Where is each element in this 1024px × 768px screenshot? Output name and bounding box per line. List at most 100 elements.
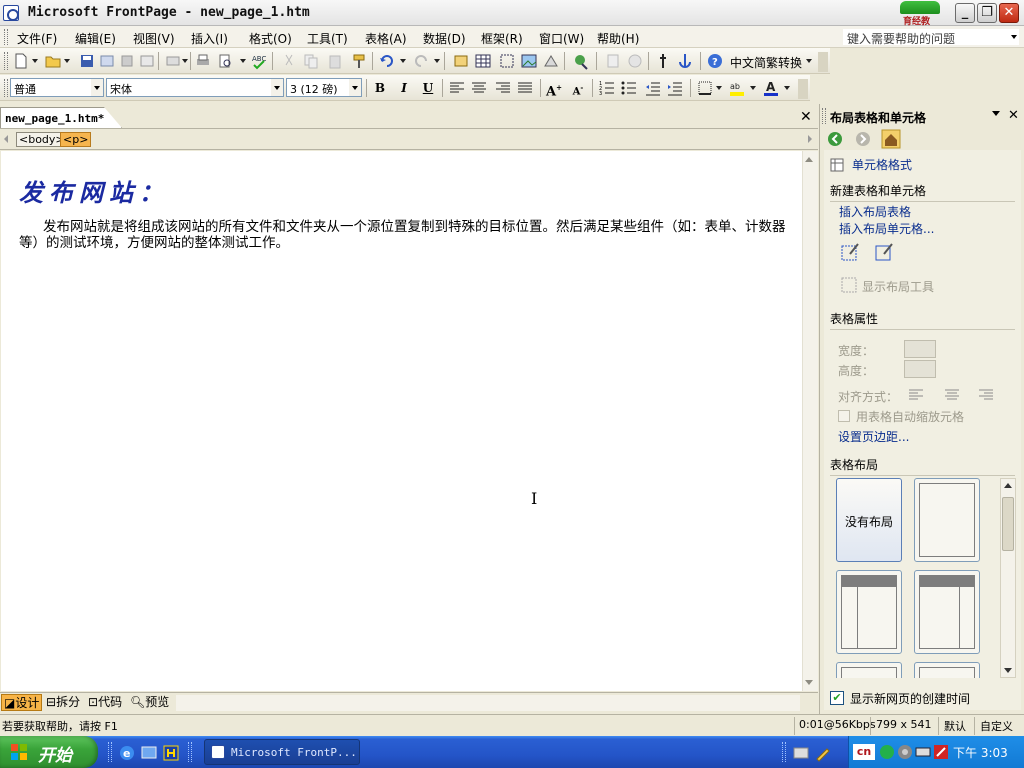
pen-icon[interactable]	[814, 744, 832, 762]
gallery-scroll-thumb[interactable]	[1002, 497, 1014, 551]
task-pane-menu-icon[interactable]	[992, 111, 1000, 116]
menu-data[interactable]: 数据(D)	[421, 29, 468, 48]
close-window-button[interactable]: ✕	[999, 3, 1019, 23]
layout-header-left[interactable]	[836, 662, 902, 678]
help-search-input[interactable]: 键入需要帮助的问题	[842, 28, 1020, 46]
highlight-icon[interactable]: ab	[728, 79, 746, 97]
document-tab[interactable]: new_page_1.htm*	[0, 107, 122, 128]
align-center-table-icon[interactable]	[944, 388, 960, 402]
system-clock[interactable]: 下午 3:03	[953, 744, 1008, 761]
menu-file[interactable]: 文件(F)	[15, 29, 59, 48]
insert-layer-icon[interactable]	[498, 52, 516, 70]
tag-scroll-right-icon[interactable]	[808, 135, 812, 143]
borders-dropdown-icon[interactable]	[716, 86, 722, 90]
save-icon[interactable]	[78, 52, 96, 70]
show-all-icon[interactable]	[654, 52, 672, 70]
insert-layout-cell-link[interactable]: 插入布局单元格...	[839, 220, 934, 237]
conversion-dropdown-icon[interactable]	[806, 59, 812, 63]
bullets-icon[interactable]	[620, 79, 638, 97]
status-dimensions[interactable]: 799 x 541	[876, 718, 932, 731]
set-margins-link[interactable]: 设置页边距...	[838, 428, 909, 445]
menu-tools[interactable]: 工具(T)	[305, 29, 350, 48]
insert-table-icon[interactable]	[474, 52, 492, 70]
show-desktop-icon[interactable]	[140, 744, 158, 762]
scroll-up-icon[interactable]	[805, 157, 813, 162]
show-layout-tools[interactable]: 显示布局工具	[862, 278, 934, 295]
taskbar-grip[interactable]	[188, 742, 192, 762]
tag-scroll-left-icon[interactable]	[4, 135, 8, 143]
network-icon[interactable]	[879, 744, 895, 760]
page-editor[interactable]: 发布网站： 发布网站就是将组成该网站的所有文件和文件夹从一个源位置复制到特殊的目…	[1, 151, 802, 691]
menu-frames[interactable]: 框架(R)	[479, 29, 525, 48]
frontpage-app-icon[interactable]	[3, 5, 19, 21]
font-color-dropdown-icon[interactable]	[784, 86, 790, 90]
drawing-icon[interactable]	[542, 52, 560, 70]
align-right-table-icon[interactable]	[978, 388, 994, 402]
task-pane-grip[interactable]	[822, 108, 826, 124]
align-left-icon[interactable]	[448, 79, 466, 97]
save-all-icon[interactable]	[118, 52, 136, 70]
spelling-icon[interactable]: ABC	[250, 52, 268, 70]
insert-picture-icon[interactable]	[520, 52, 538, 70]
view-tab-design[interactable]: ◪设计	[1, 694, 43, 711]
undo-icon[interactable]	[378, 52, 396, 70]
menu-view[interactable]: 视图(V)	[131, 29, 177, 48]
align-right-icon[interactable]	[494, 79, 512, 97]
redo-dropdown-icon[interactable]	[434, 59, 440, 63]
increase-indent-icon[interactable]	[666, 79, 684, 97]
print-icon[interactable]	[194, 52, 212, 70]
align-center-icon[interactable]	[470, 79, 488, 97]
show-creation-time-checkbox[interactable]: ✔	[830, 691, 844, 705]
tag-p[interactable]: <p>	[60, 132, 92, 147]
toolbar-options-button[interactable]	[798, 79, 808, 99]
style-dropdown-icon[interactable]	[91, 79, 103, 96]
stop-icon[interactable]	[626, 52, 644, 70]
gallery-scroll-down-icon[interactable]	[1004, 668, 1012, 673]
restore-button[interactable]: ❐	[977, 3, 997, 23]
font-size-select[interactable]: 3 (12 磅)	[286, 78, 362, 97]
align-left-table-icon[interactable]	[908, 388, 924, 402]
status-mode-custom[interactable]: 自定义	[980, 718, 1013, 734]
new-dropdown-icon[interactable]	[32, 59, 38, 63]
hyperlink-icon[interactable]	[572, 52, 590, 70]
status-mode-default[interactable]: 默认	[944, 718, 966, 734]
layers-icon[interactable]	[164, 52, 182, 70]
decrease-indent-icon[interactable]	[644, 79, 662, 97]
layout-none[interactable]: 没有布局	[836, 478, 902, 562]
page-heading[interactable]: 发布网站：	[19, 173, 169, 208]
taskbar-frontpage-button[interactable]: Microsoft FrontP...	[204, 739, 360, 765]
redo-icon[interactable]	[412, 52, 430, 70]
paste-icon[interactable]	[326, 52, 344, 70]
help-icon[interactable]: ?	[706, 52, 724, 70]
open-folder-icon[interactable]	[44, 52, 62, 70]
new-page-icon[interactable]	[12, 52, 30, 70]
ime-indicator[interactable]: cn	[853, 744, 875, 760]
start-button[interactable]: 开始	[0, 736, 98, 768]
numbering-icon[interactable]: 123	[598, 79, 616, 97]
back-icon[interactable]	[824, 129, 846, 149]
language-bar-icon[interactable]	[792, 744, 810, 762]
draw-layout-table-icon[interactable]	[840, 242, 860, 262]
height-input[interactable]	[904, 360, 936, 378]
menu-format[interactable]: 格式(O)	[247, 29, 294, 48]
style-select[interactable]: 普通	[10, 78, 104, 97]
cut-icon[interactable]	[280, 52, 298, 70]
borders-icon[interactable]	[696, 79, 714, 97]
menu-window[interactable]: 窗口(W)	[537, 29, 586, 48]
gallery-scroll-up-icon[interactable]	[1004, 483, 1012, 488]
italic-button[interactable]: I	[394, 79, 414, 97]
editor-horizontal-scrollbar[interactable]	[176, 695, 800, 711]
editor-vertical-scrollbar[interactable]	[802, 151, 818, 691]
toolbar-grip[interactable]	[4, 79, 8, 97]
undo-dropdown-icon[interactable]	[400, 59, 406, 63]
insert-layout-table-link[interactable]: 插入布局表格	[839, 203, 911, 220]
web-component-icon[interactable]	[452, 52, 470, 70]
page-paragraph[interactable]: 发布网站就是将组成该网站的所有文件和文件夹从一个源位置复制到特殊的目标位置。然后…	[19, 219, 789, 251]
layers-dropdown-icon[interactable]	[182, 59, 188, 63]
layout-left-column[interactable]	[836, 570, 902, 654]
refresh-icon[interactable]	[604, 52, 622, 70]
chinese-conversion-button[interactable]: 中文简繁转换	[730, 54, 802, 71]
font-size-dropdown-icon[interactable]	[349, 79, 361, 96]
view-tab-code[interactable]: ⊡代码	[86, 694, 124, 711]
close-document-icon[interactable]: ✕	[800, 109, 812, 125]
